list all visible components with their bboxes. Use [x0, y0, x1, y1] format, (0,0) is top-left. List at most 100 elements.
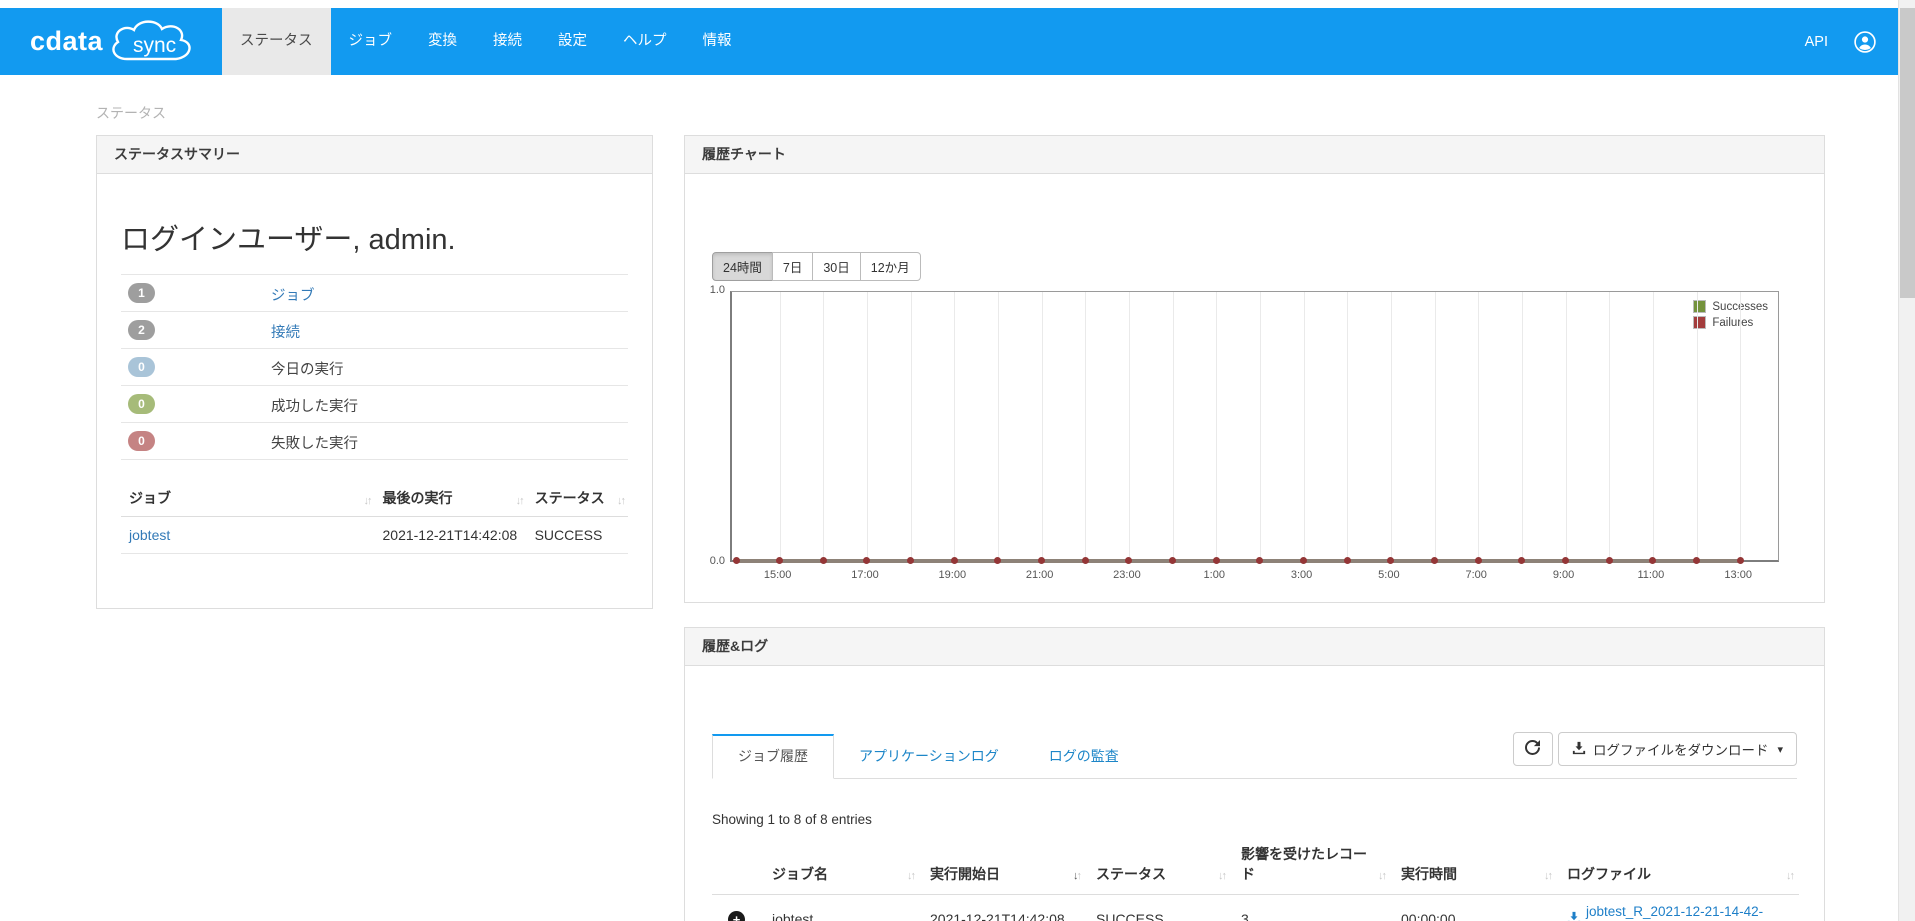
nav-item-info[interactable]: 情報 [685, 8, 750, 75]
x-axis-tick-label: 7:00 [1465, 569, 1487, 581]
status-summary-panel: ステータスサマリー ログインユーザー, admin. 1 ジョブ 2 接続 0 … [96, 135, 653, 609]
col-header-last-run[interactable]: 最後の実行 ↓↑ [374, 482, 527, 517]
stat-row-jobs: 1 ジョブ [121, 275, 628, 312]
page-scrollbar[interactable] [1898, 0, 1915, 921]
status-summary-title: ステータスサマリー [97, 136, 652, 174]
expand-row-button[interactable]: + [728, 910, 745, 921]
tab-application-log[interactable]: アプリケーションログ [834, 734, 1024, 778]
chart-gridline [1303, 292, 1305, 560]
chart-data-point [1081, 557, 1089, 564]
chart-data-point [819, 557, 827, 564]
legend-row: Successes [1693, 300, 1768, 313]
chart-gridline [1434, 292, 1436, 560]
successful-runs-stat-label: 成功した実行 [271, 399, 358, 415]
x-axis-tick-label: 15:00 [763, 569, 792, 581]
col-header-run-time[interactable]: 実行時間 ↓↑ [1391, 838, 1557, 895]
legend-label: Failures [1712, 316, 1754, 329]
chart-gridline [1216, 292, 1218, 560]
duration-cell: 00:00:00 [1391, 894, 1557, 921]
connections-count-badge: 2 [128, 320, 155, 340]
nav-item-settings[interactable]: 設定 [540, 8, 605, 75]
runs-today-stat-label: 今日の実行 [271, 362, 344, 378]
range-button-7d[interactable]: 7日 [771, 252, 814, 281]
chart-gridline [997, 292, 999, 560]
chart-gridline [866, 292, 868, 560]
jobs-stat-link[interactable]: ジョブ [271, 284, 315, 305]
download-log-button[interactable]: ログファイルをダウンロード ▾ [1557, 732, 1797, 766]
history-chart-panel: 履歴チャート 24時間 7日 30日 12か月 1.0 0.0 Successe… [684, 135, 1825, 603]
sort-icon: ↓↑ [515, 495, 525, 507]
failed-runs-count-badge: 0 [128, 431, 155, 451]
showing-entries-text: Showing 1 to 8 of 8 entries [712, 812, 872, 827]
sort-icon-desc-active: ↓↑ [1073, 870, 1082, 882]
history-chart-plot: Successes Failures [730, 291, 1779, 564]
chart-data-point [1693, 557, 1701, 564]
col-header-job-name[interactable]: ジョブ名 ↓↑ [762, 838, 920, 895]
tab-job-history[interactable]: ジョブ履歴 [712, 734, 834, 779]
log-actions: ログファイルをダウンロード ▾ [1512, 732, 1797, 766]
nav-item-jobs[interactable]: ジョブ [331, 8, 411, 75]
x-axis-tick-label: 13:00 [1724, 569, 1752, 581]
stat-row-runs-today: 0 今日の実行 [121, 349, 628, 386]
range-button-12m[interactable]: 12か月 [859, 252, 921, 281]
x-axis-tick-label: 19:00 [938, 569, 967, 581]
col-header-start-date[interactable]: 実行開始日 ↓↑ [920, 838, 1086, 895]
chart-data-point [1343, 557, 1351, 564]
chart-gridline [1128, 292, 1130, 560]
col-header-status[interactable]: ステータス ↓↑ [526, 482, 628, 517]
nav-item-transform[interactable]: 変換 [410, 8, 475, 75]
cdata-sync-logo[interactable]: cdata sync [30, 8, 199, 75]
range-button-24h[interactable]: 24時間 [712, 252, 773, 281]
chart-gridline [1521, 292, 1523, 560]
x-axis-tick-label: 23:00 [1113, 569, 1141, 581]
refresh-button[interactable] [1512, 732, 1553, 766]
brand-text: cdata [30, 26, 104, 56]
status-cell: SUCCESS [526, 516, 628, 554]
caret-down-icon: ▾ [1777, 743, 1783, 756]
cloud-logo-icon: sync [107, 18, 199, 66]
user-circle-icon[interactable] [1854, 30, 1876, 53]
tab-audit-log[interactable]: ログの監査 [1024, 734, 1144, 778]
col-header-status[interactable]: ステータス ↓↑ [1086, 838, 1231, 895]
nav-item-connections[interactable]: 接続 [475, 8, 540, 75]
api-link[interactable]: API [1805, 34, 1828, 50]
stat-row-successful-runs: 0 成功した実行 [121, 386, 628, 423]
welcome-message: ログインユーザー, admin. [121, 216, 628, 275]
stat-row-connections: 2 接続 [121, 312, 628, 349]
nav-item-help[interactable]: ヘルプ [605, 8, 685, 75]
download-icon [1567, 911, 1581, 921]
table-header-row: ジョブ ↓↑ 最後の実行 ↓↑ ステータス ↓↑ [121, 482, 628, 517]
chart-gridline [910, 292, 912, 560]
range-button-30d[interactable]: 30日 [812, 252, 861, 281]
successful-runs-count-badge: 0 [128, 394, 155, 414]
col-header-records-affected[interactable]: 影響を受けたレコード ↓↑ [1231, 838, 1391, 895]
nav-right: API [1805, 8, 1876, 75]
col-header-log-file[interactable]: ログファイル ↓↑ [1557, 838, 1799, 895]
status-cell: SUCCESS [1086, 894, 1231, 921]
connections-stat-link[interactable]: 接続 [271, 321, 300, 342]
history-chart-body: 24時間 7日 30日 12か月 1.0 0.0 Successes Failur… [685, 174, 1824, 602]
x-axis-tick-label: 11:00 [1637, 569, 1665, 581]
log-file-link[interactable]: jobtest_R_2021-12-21-14-42-08.log [1567, 904, 1789, 921]
records-cell: 3 [1231, 894, 1391, 921]
y-axis-tick-max: 1.0 [709, 284, 725, 296]
chart-gridline [1740, 292, 1742, 560]
last-run-cell: 2021-12-21T14:42:08 [374, 516, 527, 554]
sort-icon: ↓↑ [1218, 870, 1227, 882]
chart-data-point [732, 557, 740, 564]
scrollbar-thumb[interactable] [1900, 8, 1915, 298]
col-header-expand [712, 838, 762, 895]
col-header-job[interactable]: ジョブ ↓↑ [121, 482, 375, 517]
chart-gridline [954, 292, 956, 560]
legend-color-box [1693, 316, 1707, 329]
sort-icon: ↓↑ [363, 495, 373, 507]
nav-item-status[interactable]: ステータス [222, 8, 331, 75]
x-axis-tick-label: 17:00 [851, 569, 879, 581]
table-row: jobtest 2021-12-21T14:42:08 SUCCESS [121, 516, 628, 554]
table-header-row: ジョブ名 ↓↑ 実行開始日 ↓↑ ステータス ↓↑ 影響を受けたレコード ↓↑ … [712, 838, 1799, 895]
top-navbar: cdata sync ステータス ジョブ 変換 接続 設定 ヘルプ 情報 API [0, 8, 1898, 75]
start-date-cell: 2021-12-21T14:42:08 [920, 894, 1086, 921]
download-button-label: ログファイルをダウンロード [1592, 743, 1769, 758]
chart-gridline [1609, 292, 1611, 560]
job-link[interactable]: jobtest [129, 527, 170, 543]
